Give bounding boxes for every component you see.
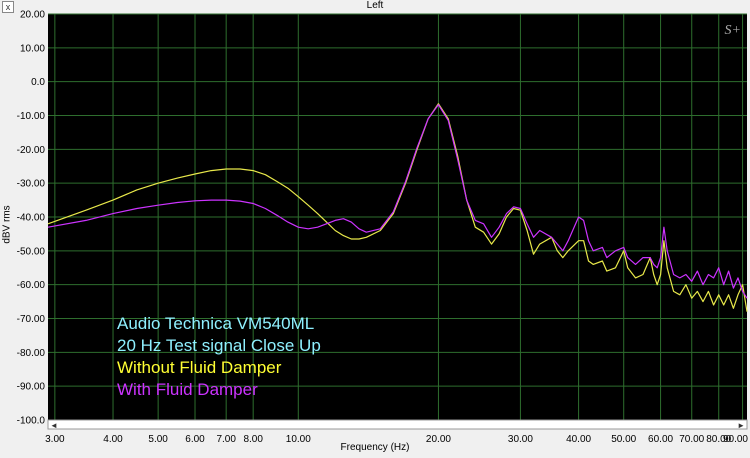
- y-axis-label: dBV rms: [1, 205, 13, 244]
- y-tick-label: -80.00: [17, 348, 46, 359]
- y-axis: 20.00 10.00 0.0 -10.00 -20.00 -30.00 -40.00 -50…: [17, 10, 46, 427]
- y-tick-label: -60.00: [17, 280, 46, 291]
- y-axis-label-box: dBV rms: [0, 165, 14, 285]
- scrollbar-track[interactable]: [47, 419, 748, 430]
- y-tick-label: -20.00: [17, 145, 46, 156]
- scroll-right-arrow-icon[interactable]: ►: [737, 421, 745, 430]
- chart: 20.00 10.00 0.0 -10.00 -20.00 -30.00 -40.00 -50…: [17, 10, 749, 446]
- horizontal-scrollbar[interactable]: ◄ ►: [47, 419, 748, 430]
- logo: S+: [725, 23, 741, 38]
- annotation-text: Without Fluid Damper: [117, 358, 282, 377]
- y-tick-label: -30.00: [17, 179, 46, 190]
- annotation-text: 20 Hz Test signal Close Up: [117, 336, 321, 355]
- annotation-text: With Fluid Damper: [117, 380, 258, 399]
- y-tick-label: 20.00: [20, 10, 45, 21]
- y-tick-label: -10.00: [17, 111, 46, 122]
- y-tick-label: -50.00: [17, 246, 46, 257]
- x-axis-label: Frequency (Hz): [340, 442, 410, 453]
- y-tick-label: -40.00: [17, 213, 46, 224]
- y-tick-label: -90.00: [17, 382, 46, 393]
- y-tick-label: 0.0: [31, 77, 45, 88]
- scroll-left-arrow-icon[interactable]: ◄: [50, 421, 58, 430]
- y-tick-label: -100.0: [17, 416, 46, 427]
- y-tick-label: 10.00: [20, 43, 45, 54]
- annotation-text: Audio Technica VM540ML: [117, 314, 314, 333]
- y-tick-label: -70.00: [17, 314, 46, 325]
